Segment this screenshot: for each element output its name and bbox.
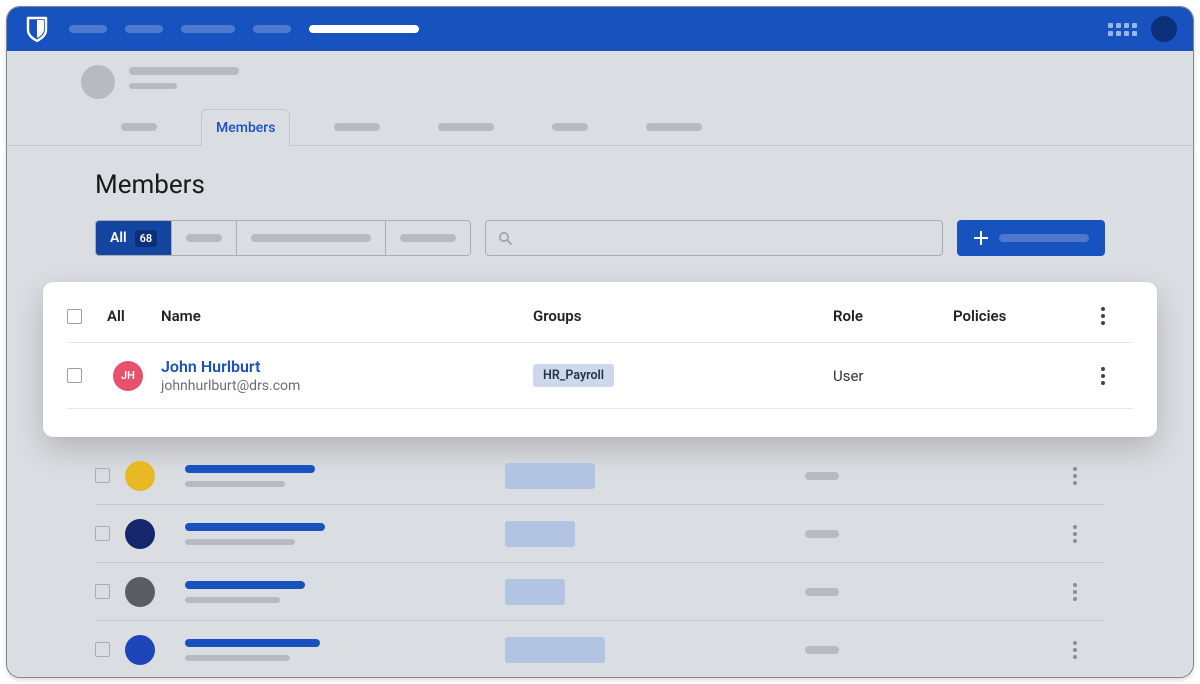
invite-member-button[interactable] bbox=[957, 220, 1105, 256]
member-avatar bbox=[125, 519, 155, 549]
email-placeholder bbox=[185, 655, 290, 661]
row-checkbox[interactable] bbox=[95, 584, 110, 599]
tab-placeholder[interactable] bbox=[424, 109, 508, 145]
members-table-panel: All Name Groups Role Policies JH John Hu… bbox=[43, 282, 1157, 437]
user-avatar[interactable] bbox=[1151, 16, 1177, 42]
role-placeholder bbox=[805, 472, 839, 480]
row-menu-icon[interactable] bbox=[1065, 638, 1085, 662]
search-icon bbox=[498, 231, 512, 245]
col-groups: Groups bbox=[533, 307, 833, 325]
member-row[interactable]: JH John Hurlburt johnhurlburt@drs.com HR… bbox=[67, 343, 1133, 409]
nav-item-active[interactable] bbox=[309, 25, 419, 33]
table-header-menu-icon[interactable] bbox=[1093, 304, 1113, 328]
row-menu-icon[interactable] bbox=[1065, 580, 1085, 604]
group-placeholder bbox=[505, 463, 595, 489]
controls-row: All 68 bbox=[7, 220, 1193, 256]
filter-button[interactable] bbox=[237, 221, 386, 255]
nav-item[interactable] bbox=[253, 25, 291, 33]
row-checkbox[interactable] bbox=[95, 526, 110, 541]
org-avatar bbox=[81, 65, 115, 99]
org-subtitle-placeholder bbox=[129, 83, 177, 89]
row-menu-icon[interactable] bbox=[1093, 364, 1113, 388]
filter-all-count: 68 bbox=[135, 230, 158, 247]
member-avatar bbox=[125, 577, 155, 607]
member-role: User bbox=[833, 367, 953, 385]
group-placeholder bbox=[505, 579, 565, 605]
group-placeholder bbox=[505, 637, 605, 663]
email-placeholder bbox=[185, 597, 280, 603]
tab-placeholder[interactable] bbox=[632, 109, 716, 145]
member-avatar bbox=[125, 461, 155, 491]
role-placeholder bbox=[805, 646, 839, 654]
row-menu-icon[interactable] bbox=[1065, 522, 1085, 546]
member-email: johnhurlburt@drs.com bbox=[161, 378, 533, 394]
select-all-label: All bbox=[107, 307, 161, 325]
role-placeholder bbox=[805, 588, 839, 596]
col-name: Name bbox=[161, 307, 533, 325]
list-item bbox=[95, 447, 1105, 505]
row-menu-icon[interactable] bbox=[1065, 464, 1085, 488]
invite-label-placeholder bbox=[999, 234, 1089, 242]
name-placeholder bbox=[185, 465, 315, 473]
name-placeholder bbox=[185, 639, 320, 647]
tab-placeholder[interactable] bbox=[320, 109, 394, 145]
email-placeholder bbox=[185, 481, 285, 487]
list-item bbox=[95, 505, 1105, 563]
nav-item[interactable] bbox=[181, 25, 235, 33]
tab-members[interactable]: Members bbox=[201, 109, 290, 146]
list-item bbox=[95, 621, 1105, 678]
status-filter-segment: All 68 bbox=[95, 220, 471, 256]
filter-button[interactable] bbox=[172, 221, 237, 255]
search-input[interactable] bbox=[485, 220, 943, 256]
org-name-placeholder bbox=[129, 67, 239, 75]
col-role: Role bbox=[833, 307, 953, 325]
list-item bbox=[95, 563, 1105, 621]
plus-icon bbox=[973, 230, 989, 246]
col-policies: Policies bbox=[953, 307, 1093, 325]
page-title: Members bbox=[7, 146, 1193, 220]
row-checkbox[interactable] bbox=[95, 468, 110, 483]
top-nav bbox=[7, 7, 1193, 51]
app-logo-icon[interactable] bbox=[23, 15, 51, 43]
table-header: All Name Groups Role Policies bbox=[67, 304, 1133, 343]
tab-placeholder[interactable] bbox=[538, 109, 602, 145]
role-placeholder bbox=[805, 530, 839, 538]
tabset: Members bbox=[7, 109, 1193, 146]
apps-grid-icon[interactable] bbox=[1108, 23, 1137, 36]
email-placeholder bbox=[185, 539, 295, 545]
member-name-link[interactable]: John Hurlburt bbox=[161, 357, 533, 376]
name-placeholder bbox=[185, 523, 325, 531]
tab-placeholder[interactable] bbox=[107, 109, 171, 145]
name-placeholder bbox=[185, 581, 305, 589]
select-all-checkbox[interactable] bbox=[67, 309, 82, 324]
members-list-placeholder bbox=[95, 447, 1105, 678]
nav-item[interactable] bbox=[69, 25, 107, 33]
filter-button[interactable] bbox=[386, 221, 470, 255]
filter-all-label: All bbox=[110, 230, 127, 246]
group-tag[interactable]: HR_Payroll bbox=[533, 364, 614, 387]
filter-all-button[interactable]: All 68 bbox=[96, 221, 172, 255]
member-avatar bbox=[125, 635, 155, 665]
nav-item[interactable] bbox=[125, 25, 163, 33]
group-placeholder bbox=[505, 521, 575, 547]
member-avatar: JH bbox=[113, 361, 143, 391]
org-header bbox=[7, 51, 1193, 99]
row-checkbox[interactable] bbox=[95, 642, 110, 657]
row-checkbox[interactable] bbox=[67, 368, 82, 383]
